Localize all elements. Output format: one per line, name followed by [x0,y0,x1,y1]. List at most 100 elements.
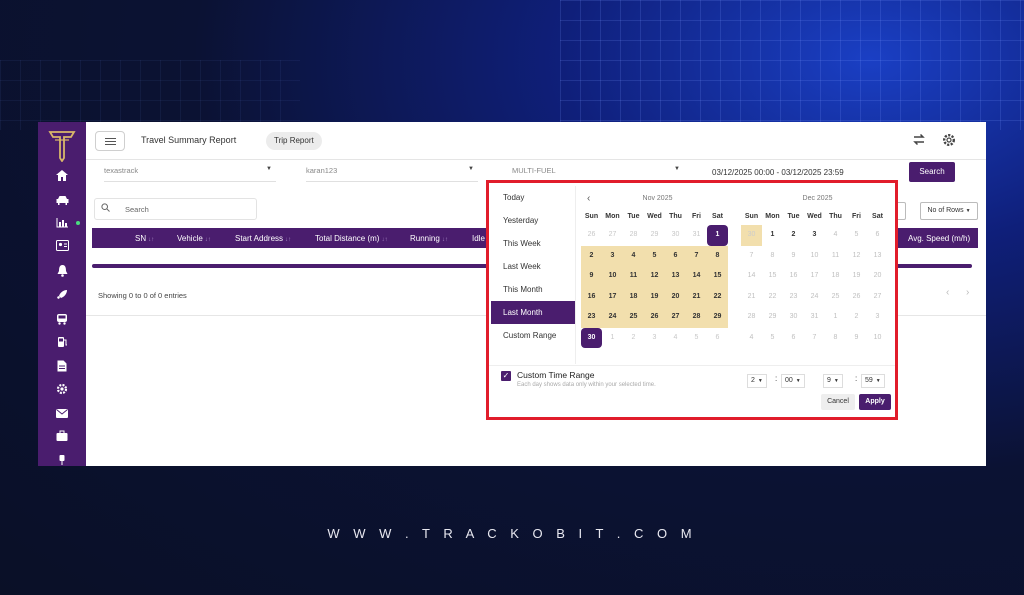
contact-card-icon[interactable] [52,240,72,256]
bus-icon[interactable] [52,313,72,329]
calendar-day[interactable]: 5 [846,225,867,246]
calendar-day[interactable]: 19 [846,266,867,287]
next-page-icon[interactable]: › [966,287,969,298]
car-icon[interactable] [52,194,72,210]
calendar-day[interactable]: 30 [665,225,686,246]
range-this-month[interactable]: This Month [491,278,575,301]
calendar-day[interactable]: 8 [825,328,846,349]
calendar-day[interactable]: 30 [581,327,602,348]
calendar-day[interactable]: 6 [783,328,804,349]
calendar-day[interactable]: 5 [686,328,707,349]
calendar-day[interactable]: 20 [867,266,888,287]
calendar-day[interactable]: 2 [581,245,602,266]
calendar-day[interactable]: 7 [804,328,825,349]
mail-icon[interactable] [52,407,72,423]
calendar-day[interactable]: 10 [602,266,623,287]
trip-report-tab[interactable]: Trip Report [266,132,322,150]
calendar-day[interactable]: 11 [623,266,644,287]
search-button[interactable]: Search [909,162,955,182]
calendar-day[interactable]: 22 [762,287,783,308]
calendar-day[interactable]: 12 [846,246,867,267]
calendar-day[interactable]: 2 [623,328,644,349]
calendar-day[interactable]: 4 [623,245,644,266]
user-select[interactable]: karan123 ▼ [306,166,478,182]
calendar-day[interactable]: 21 [741,287,762,308]
calendar-day[interactable]: 18 [825,266,846,287]
calendar-day[interactable]: 6 [867,225,888,246]
column-header-sn[interactable]: SN ↓↑ [135,234,154,243]
settings-gear-icon[interactable] [942,133,956,150]
cancel-button[interactable]: Cancel [821,394,855,410]
calendar-day[interactable]: 17 [804,266,825,287]
calendar-day[interactable]: 20 [665,286,686,307]
range-last-month[interactable]: Last Month [491,301,575,324]
calendar-day[interactable]: 25 [825,287,846,308]
calendar-day[interactable]: 7 [686,245,707,266]
column-header-start-address[interactable]: Start Address ↓↑ [235,234,291,243]
calendar-day[interactable]: 4 [665,328,686,349]
calendar-day[interactable]: 31 [804,307,825,328]
column-header-running[interactable]: Running ↓↑ [410,234,448,243]
calendar-day[interactable]: 26 [644,307,665,328]
from-minute-select[interactable]: 00 ▼ [781,374,805,388]
prev-page-icon[interactable]: ‹ [946,287,949,298]
briefcase-icon[interactable] [52,430,72,446]
calendar-day[interactable]: 15 [707,266,728,287]
calendar-day[interactable]: 21 [686,286,707,307]
column-header-idle[interactable]: Idle [472,234,485,243]
calendar-day[interactable]: 8 [762,246,783,267]
calendar-day[interactable]: 5 [644,245,665,266]
calendar-day[interactable]: 24 [602,307,623,328]
calendar-day[interactable]: 22 [707,286,728,307]
calendar-day[interactable]: 14 [686,266,707,287]
calendar-day[interactable]: 16 [783,266,804,287]
calendar-day[interactable]: 10 [867,328,888,349]
calendar-day[interactable]: 3 [602,245,623,266]
to-hour-select[interactable]: 9 ▼ [823,374,843,388]
calendar-day[interactable]: 4 [741,328,762,349]
column-header-total-distance[interactable]: Total Distance (m) ↓↑ [315,234,387,243]
range-last-week[interactable]: Last Week [491,255,575,278]
apply-button[interactable]: Apply [859,394,891,410]
calendar-day[interactable]: 15 [762,266,783,287]
calendar-day[interactable]: 24 [804,287,825,308]
calendar-day[interactable]: 8 [707,245,728,266]
from-hour-select[interactable]: 2 ▼ [747,374,767,388]
calendar-day[interactable]: 27 [665,307,686,328]
range-today[interactable]: Today [491,186,575,209]
calendar-day[interactable]: 31 [686,225,707,246]
calendar-day[interactable]: 1 [707,225,728,246]
calendar-day[interactable]: 30 [741,225,762,246]
calendar-day[interactable]: 4 [825,225,846,246]
calendar-day[interactable]: 23 [581,307,602,328]
calendar-day[interactable]: 27 [867,287,888,308]
range-yesterday[interactable]: Yesterday [491,209,575,232]
rows-per-page-select[interactable]: No of Rows ▼ [920,202,978,220]
calendar-day[interactable]: 1 [825,307,846,328]
calendar-day[interactable]: 27 [602,225,623,246]
calendar-day[interactable]: 6 [665,245,686,266]
calendar-day[interactable]: 18 [623,286,644,307]
to-minute-select[interactable]: 59 ▼ [861,374,885,388]
calendar-day[interactable]: 6 [707,328,728,349]
calendar-day[interactable]: 1 [602,328,623,349]
calendar-day[interactable]: 25 [623,307,644,328]
calendar-day[interactable]: 3 [867,307,888,328]
calendar-day[interactable]: 7 [741,246,762,267]
plug-icon[interactable] [52,453,72,466]
chart-icon[interactable] [52,217,72,233]
calendar-day[interactable]: 2 [846,307,867,328]
calendar-day[interactable]: 28 [623,225,644,246]
calendar-day[interactable]: 16 [581,286,602,307]
calendar-day[interactable]: 5 [762,328,783,349]
document-icon[interactable] [52,360,72,376]
home-icon[interactable] [52,170,72,186]
date-range-input[interactable]: 03/12/2025 00:00 - 03/12/2025 23:59 [712,168,844,177]
calendar-day[interactable]: 1 [762,225,783,246]
calendar-day[interactable]: 9 [581,266,602,287]
calendar-day[interactable]: 29 [644,225,665,246]
calendar-day[interactable]: 30 [783,307,804,328]
bell-icon[interactable] [52,265,72,281]
calendar-day[interactable]: 29 [762,307,783,328]
calendar-day[interactable]: 23 [783,287,804,308]
